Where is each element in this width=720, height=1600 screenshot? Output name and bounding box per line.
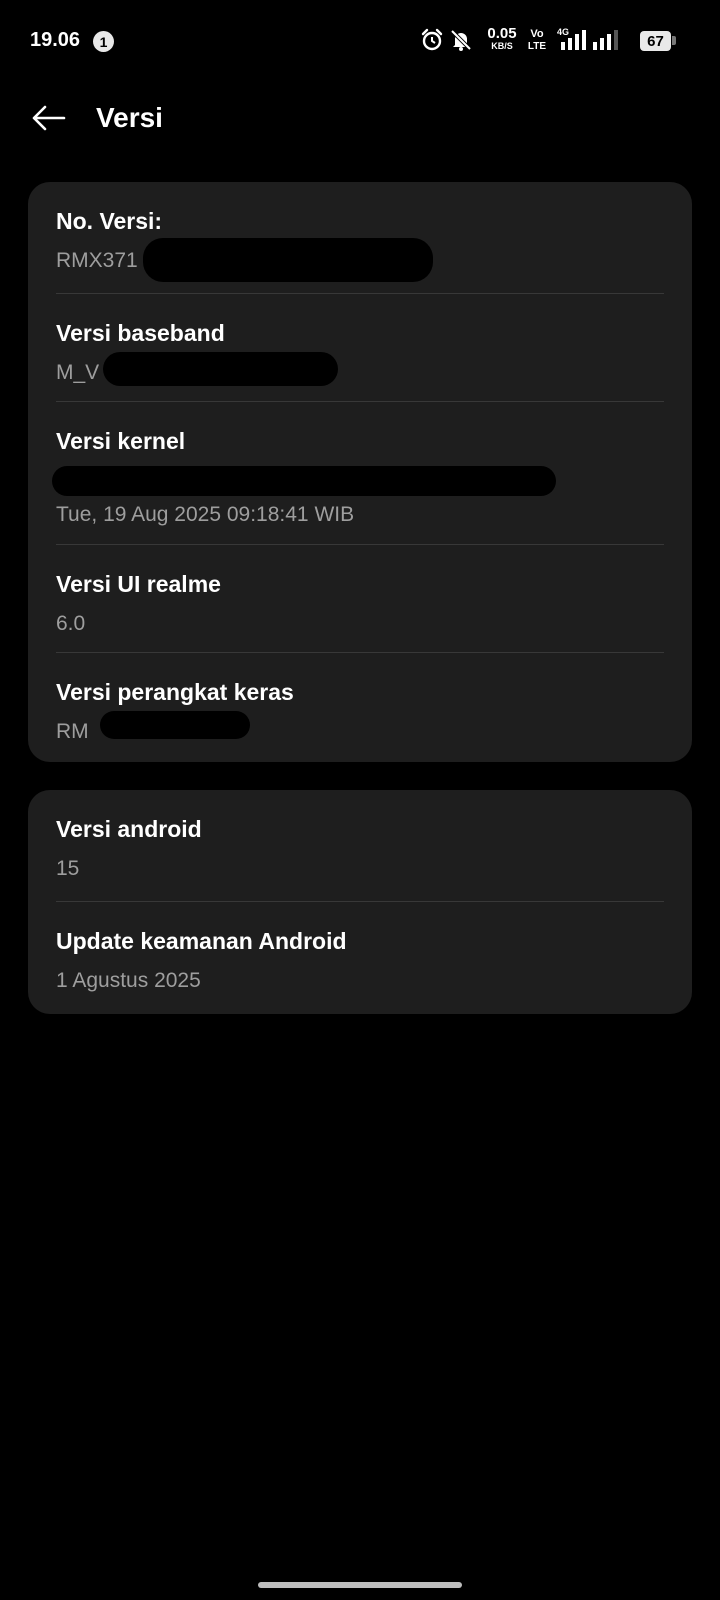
signal-strength-icon [561,30,586,50]
redaction-mark [52,466,556,496]
item-label: Versi perangkat keras [56,679,294,705]
item-label: No. Versi: [56,208,163,234]
list-item-ui-version[interactable]: Versi UI realme 6.0 [28,545,692,653]
item-label: Versi android [56,816,202,842]
network-speed: 0.05 KB/S [485,26,519,51]
status-bar: 19.06 1 0.05 KB/S Vo LTE 4G 67 [0,0,720,80]
notification-count-badge: 1 [93,31,114,52]
redaction-mark [100,711,250,739]
list-item-android-version[interactable]: Versi android 15 [28,790,692,902]
status-time: 19.06 [30,29,81,51]
list-item-baseband-version[interactable]: Versi baseband M_V [28,294,692,402]
item-value: 6.0 [56,612,86,635]
list-item-hardware-version[interactable]: Versi perangkat keras RM [28,653,692,762]
item-value: 15 [56,857,80,880]
item-value: 1 Agustus 2025 [56,969,201,992]
volte-top-label: Vo [530,28,544,40]
list-item-security-update[interactable]: Update keamanan Android 1 Agustus 2025 [28,902,692,1014]
list-item-kernel-version[interactable]: Versi kernel Tue, 19 Aug 2025 09:18:41 W… [28,402,692,545]
app-bar: Versi [0,80,720,160]
item-value: Tue, 19 Aug 2025 09:18:41 WIB [56,503,355,526]
back-button[interactable] [24,94,72,142]
list-item-build-number[interactable]: No. Versi: RMX371 [28,182,692,294]
item-label: Versi baseband [56,320,225,346]
arrow-back-icon [32,105,66,131]
volte-indicator: Vo LTE [522,29,552,52]
network-speed-value: 0.05 [487,25,517,42]
page-title: Versi [96,102,163,133]
item-label: Versi UI realme [56,571,221,597]
bell-off-icon [450,29,472,51]
redaction-mark [143,238,433,282]
version-info-card: No. Versi: RMX371 Versi baseband M_V Ver… [28,182,692,762]
android-info-card: Versi android 15 Update keamanan Android… [28,790,692,1014]
battery-icon: 67 [640,31,671,51]
home-indicator[interactable] [258,1582,462,1588]
signal-strength-icon [593,30,618,50]
network-speed-unit: KB/S [491,41,513,51]
item-label: Update keamanan Android [56,928,347,954]
item-label: Versi kernel [56,428,186,454]
alarm-icon [421,28,443,51]
volte-bottom-label: LTE [527,41,547,52]
battery-tip [672,36,676,45]
redaction-mark [103,352,338,386]
